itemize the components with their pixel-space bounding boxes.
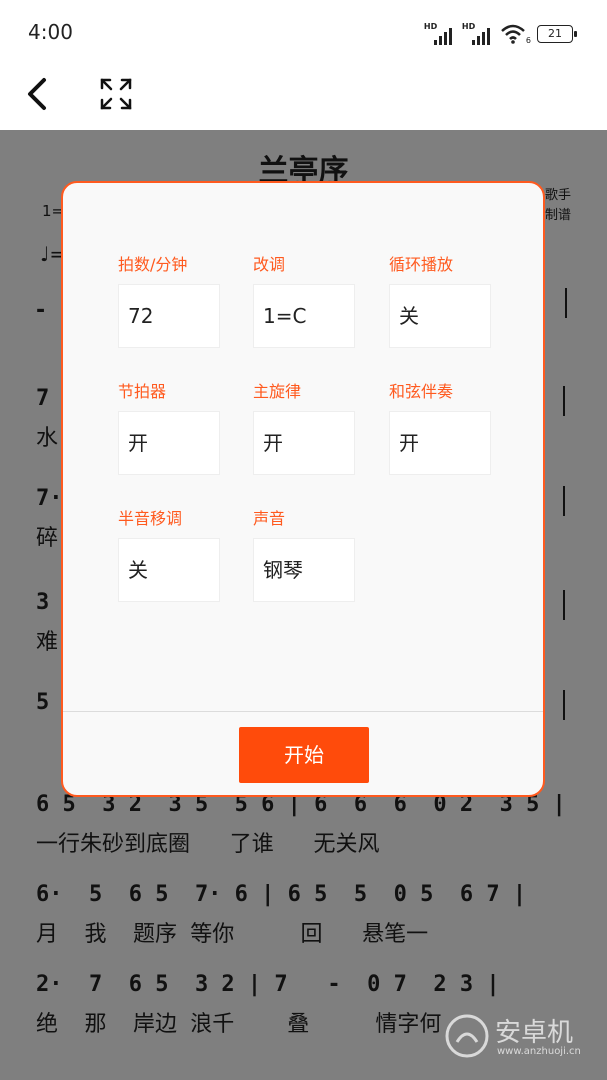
sound-field[interactable]: 钢琴: [253, 538, 355, 602]
melody-label: 主旋律: [253, 382, 302, 401]
signal-icon: HD: [424, 23, 456, 45]
start-button[interactable]: 开始: [239, 727, 369, 783]
status-icons: HD HD 6 21: [424, 22, 577, 46]
watermark-text: 安卓机: [495, 1018, 574, 1048]
sound-label: 声音: [253, 509, 286, 528]
key-change-field[interactable]: 1=C: [253, 284, 355, 348]
watermark-logo-icon: [445, 1014, 489, 1058]
top-toolbar: [0, 64, 607, 130]
signal-icon-2: HD: [462, 23, 494, 45]
semitone-label: 半音移调: [118, 509, 183, 528]
back-icon[interactable]: [20, 76, 56, 112]
tempo-field[interactable]: 72: [118, 284, 220, 348]
chord-field[interactable]: 开: [389, 411, 491, 475]
melody-field[interactable]: 开: [253, 411, 355, 475]
watermark: 安卓机 www.anzhuoji.cn: [443, 1008, 583, 1068]
metronome-label: 节拍器: [118, 382, 167, 401]
semitone-field[interactable]: 关: [118, 538, 220, 602]
wifi-icon: [501, 24, 525, 44]
watermark-url: www.anzhuoji.cn: [497, 1046, 581, 1057]
metronome-field[interactable]: 开: [118, 411, 220, 475]
loop-field[interactable]: 关: [389, 284, 491, 348]
dialog-divider: [63, 711, 543, 712]
playback-settings-dialog: 拍数/分钟 72 改调 1=C 循环播放 关 节拍器 开 主旋律 开 和弦伴奏 …: [61, 181, 545, 797]
tempo-label: 拍数/分钟: [118, 255, 188, 274]
status-bar: 4:00 HD HD 6 21: [0, 0, 607, 64]
key-change-label: 改调: [253, 255, 286, 274]
chord-label: 和弦伴奏: [389, 382, 454, 401]
battery-icon: 21: [537, 25, 577, 43]
status-time: 4:00: [28, 20, 73, 44]
loop-label: 循环播放: [389, 255, 454, 274]
wifi-sub: 6: [525, 35, 531, 45]
fullscreen-icon[interactable]: [98, 76, 134, 112]
